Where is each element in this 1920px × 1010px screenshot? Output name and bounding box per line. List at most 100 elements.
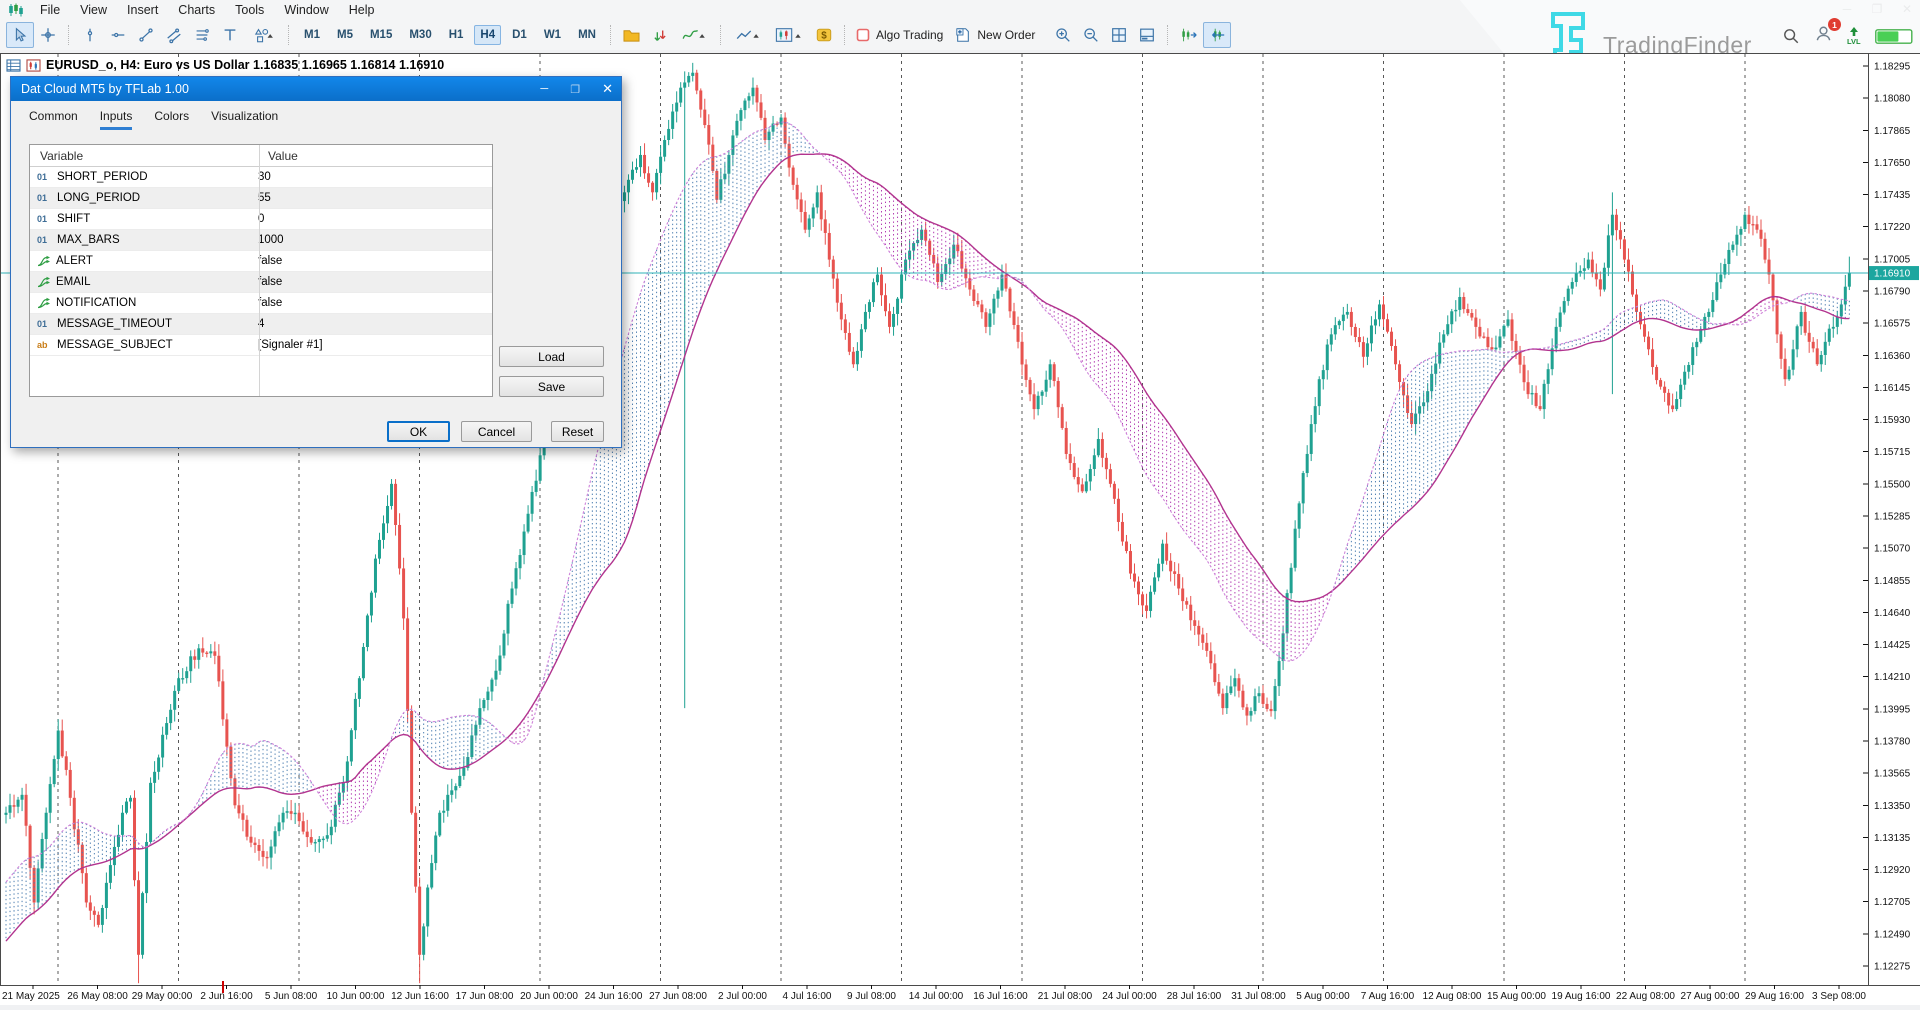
equidistant-lines-tool-button[interactable]: [188, 22, 216, 48]
svg-text:7 Aug 16:00: 7 Aug 16:00: [1361, 991, 1415, 1002]
menu-charts[interactable]: Charts: [168, 1, 225, 19]
svg-text:1.12490: 1.12490: [1874, 929, 1911, 940]
svg-text:2 Jun 16:00: 2 Jun 16:00: [200, 991, 253, 1002]
timeframe-h1[interactable]: H1: [443, 25, 470, 45]
lvl-indicator[interactable]: LVL: [1847, 27, 1861, 45]
window-minimize-icon[interactable]: ─: [1840, 2, 1854, 16]
menu-tools[interactable]: Tools: [225, 1, 274, 19]
shapes-tool-button[interactable]: [244, 22, 282, 48]
cursor-icon: [16, 29, 25, 41]
toolbar: M1M5M15M30 H1H4D1W1MN $ Algo Trading New …: [0, 20, 1920, 50]
load-button[interactable]: Load: [499, 346, 604, 367]
param-row-message_subject[interactable]: abMESSAGE_SUBJECT[Signaler #1]: [30, 335, 492, 356]
svg-text:1.13135: 1.13135: [1874, 833, 1911, 844]
menu-view[interactable]: View: [70, 1, 117, 19]
vertical-line-tool-button[interactable]: [76, 22, 104, 48]
chart-line-type-button[interactable]: [728, 22, 768, 48]
market-watch-icon[interactable]: [6, 59, 21, 72]
param-row-message_timeout[interactable]: 01MESSAGE_TIMEOUT4: [30, 314, 492, 335]
cursor-tool-button[interactable]: [6, 22, 34, 48]
timeframe-h4[interactable]: H4: [474, 25, 501, 45]
window-close-icon[interactable]: ✕: [1900, 2, 1914, 16]
tab-visualization[interactable]: Visualization: [211, 109, 278, 130]
timeframe-d1[interactable]: D1: [506, 25, 533, 45]
zoom-in-button[interactable]: [1049, 22, 1077, 48]
param-row-email[interactable]: EMAILfalse: [30, 272, 492, 293]
timeframe-m15[interactable]: M15: [364, 25, 398, 45]
header-value: Value: [259, 149, 298, 163]
svg-text:1.17435: 1.17435: [1874, 190, 1911, 201]
svg-text:1.13350: 1.13350: [1874, 801, 1911, 812]
param-row-shift[interactable]: 01SHIFT0: [30, 209, 492, 230]
timeframe-w1[interactable]: W1: [538, 25, 567, 45]
svg-text:1.16575: 1.16575: [1874, 319, 1911, 330]
window-controls: ─ ❐ ✕: [1840, 2, 1914, 16]
timeframe-m30[interactable]: M30: [403, 25, 437, 45]
svg-text:28 Jul 16:00: 28 Jul 16:00: [1167, 991, 1222, 1002]
reset-button[interactable]: Reset: [551, 421, 604, 442]
data-window-icon: [1138, 26, 1156, 44]
svg-text:1.17220: 1.17220: [1874, 222, 1911, 233]
window-maximize-icon[interactable]: ❐: [1870, 2, 1884, 16]
param-row-alert[interactable]: ALERT false: [30, 251, 492, 272]
param-row-short_period[interactable]: 01SHORT_PERIOD30: [30, 167, 492, 188]
tab-colors[interactable]: Colors: [154, 109, 189, 130]
int-type-icon: 01: [37, 319, 52, 329]
param-value[interactable]: false: [249, 255, 282, 267]
param-value[interactable]: 1000: [249, 234, 284, 246]
ok-button[interactable]: OK: [387, 421, 450, 442]
templates-button[interactable]: [618, 22, 646, 48]
param-value[interactable]: 4: [249, 318, 264, 330]
param-row-long_period[interactable]: 01LONG_PERIOD55: [30, 188, 492, 209]
menu-window[interactable]: Window: [274, 1, 338, 19]
search-icon[interactable]: [1782, 27, 1800, 45]
save-button[interactable]: Save: [499, 376, 604, 397]
chart-shift-button[interactable]: [1175, 22, 1203, 48]
trendline-tool-button[interactable]: [132, 22, 160, 48]
currency-button[interactable]: $: [810, 22, 838, 48]
param-value[interactable]: [Signaler #1]: [249, 339, 323, 351]
dialog-title-bar[interactable]: Dat Cloud MT5 by TFLab 1.00 ─ ❐ ✕: [11, 77, 621, 101]
data-window-button[interactable]: [1133, 22, 1161, 48]
timeframe-m5[interactable]: M5: [331, 25, 359, 45]
depth-of-market-button[interactable]: [646, 22, 674, 48]
svg-text:1.15285: 1.15285: [1874, 512, 1911, 523]
svg-text:1.18295: 1.18295: [1874, 62, 1911, 73]
tile-windows-button[interactable]: [1105, 22, 1133, 48]
auto-scroll-button[interactable]: [1203, 22, 1231, 48]
timeframe-m1[interactable]: M1: [298, 25, 326, 45]
channel-tool-button[interactable]: [160, 22, 188, 48]
dialog-maximize-icon[interactable]: ❐: [570, 83, 580, 96]
new-order-button[interactable]: New Order: [955, 27, 1035, 43]
text-tool-button[interactable]: [216, 22, 244, 48]
indicators-button[interactable]: [674, 22, 714, 48]
trendline-icon: [137, 26, 155, 44]
dialog-minimize-icon[interactable]: ─: [540, 83, 548, 95]
zoom-out-button[interactable]: [1077, 22, 1105, 48]
chevron-down-icon: [795, 34, 800, 38]
param-value[interactable]: 0: [249, 213, 264, 225]
tab-common[interactable]: Common: [29, 109, 78, 130]
new-order-label: New Order: [977, 28, 1035, 42]
cancel-button[interactable]: Cancel: [461, 421, 532, 442]
dialog-close-icon[interactable]: ✕: [602, 81, 613, 97]
indicator-settings-dialog: Dat Cloud MT5 by TFLab 1.00 ─ ❐ ✕ Common…: [10, 76, 622, 448]
menu-file[interactable]: File: [30, 1, 70, 19]
timeframe-mn[interactable]: MN: [572, 25, 602, 45]
candle-chart-icon: [774, 26, 804, 44]
param-value[interactable]: false: [249, 297, 282, 309]
algo-trading-button[interactable]: Algo Trading: [856, 28, 943, 42]
auto-scroll-icon: [1207, 26, 1227, 44]
menu-insert[interactable]: Insert: [117, 1, 168, 19]
menu-help[interactable]: Help: [339, 1, 385, 19]
chart-symbol-icon[interactable]: [26, 59, 41, 72]
chart-window-mode-button[interactable]: [768, 22, 810, 48]
horizontal-line-tool-button[interactable]: [104, 22, 132, 48]
param-row-max_bars[interactable]: 01MAX_BARS1000: [30, 230, 492, 251]
param-value[interactable]: false: [249, 276, 282, 288]
param-name: ALERT: [56, 255, 93, 267]
param-row-notification[interactable]: NOTIFICATIONfalse: [30, 293, 492, 314]
tab-inputs[interactable]: Inputs: [100, 109, 133, 130]
community-button[interactable]: 1: [1814, 24, 1833, 48]
crosshair-tool-button[interactable]: [34, 22, 62, 48]
